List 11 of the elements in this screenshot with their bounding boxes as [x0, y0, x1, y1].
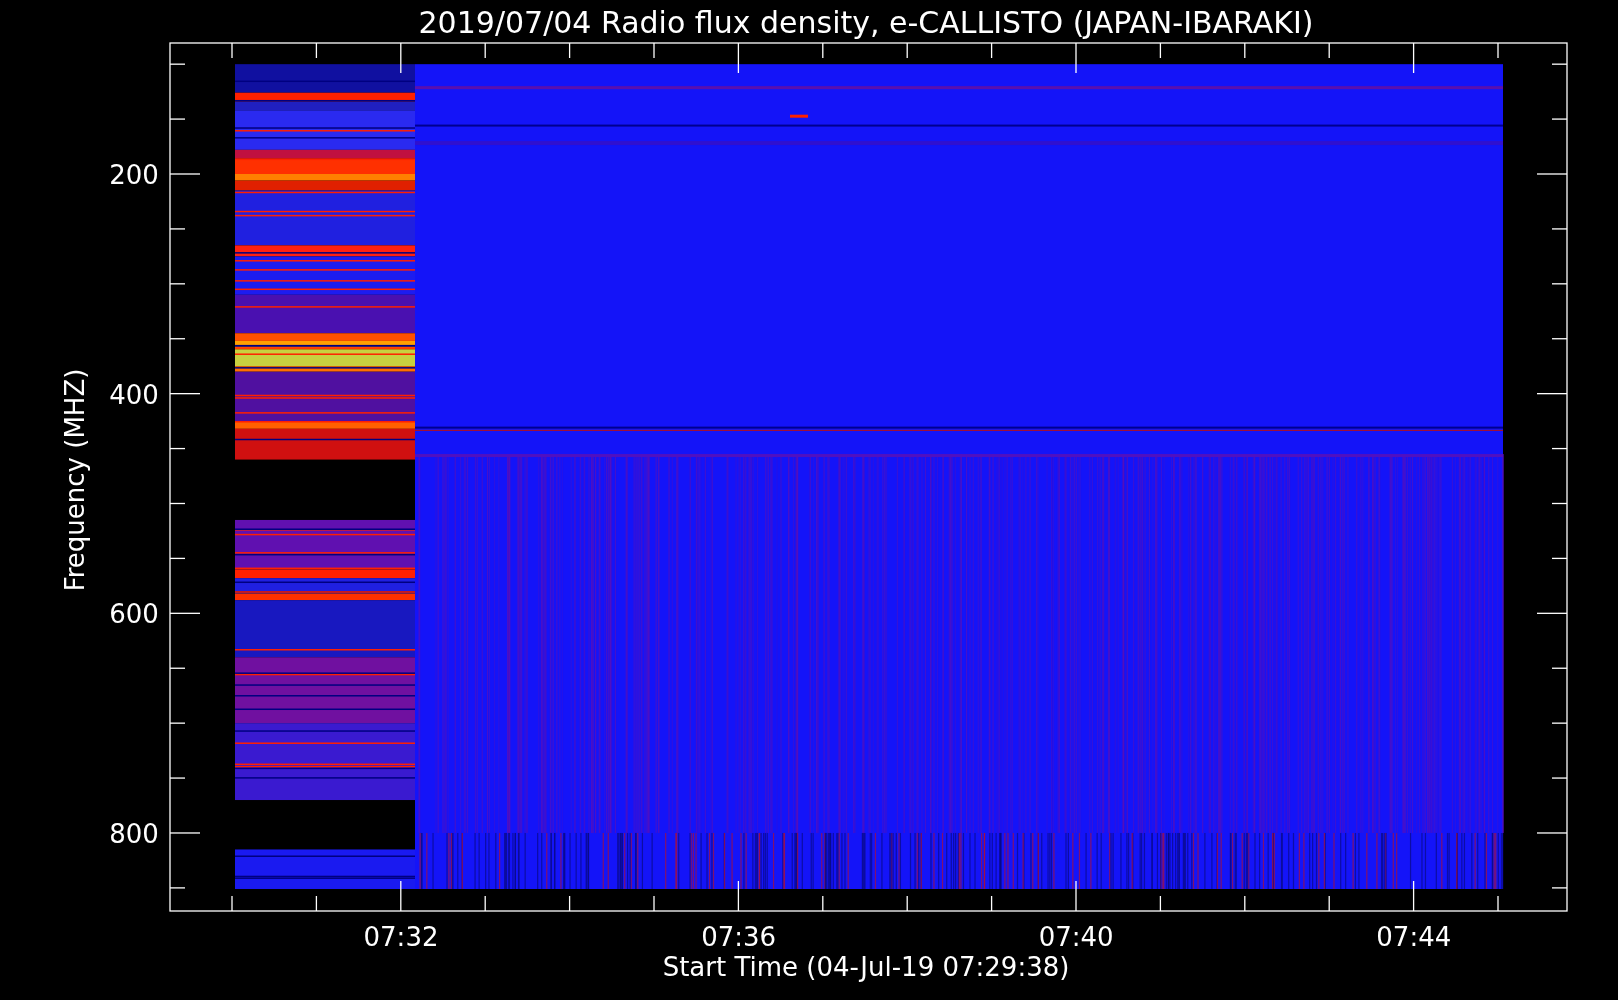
axis-label: Start Time (04-Jul-19 07:29:38) [662, 952, 1070, 982]
axis-label: Frequency (MHZ) [60, 368, 90, 592]
tick-label: 600 [109, 599, 159, 630]
plot-title: 2019/07/04 Radio flux density, e-CALLISTO (JAPAN-IBARAKI) [418, 5, 1314, 40]
tick-label: 07:40 [1038, 922, 1114, 952]
tick-label: 07:36 [701, 922, 777, 952]
tick-label: 07:44 [1376, 922, 1452, 952]
tick-label: 07:32 [363, 922, 439, 952]
tick-label: 400 [109, 379, 159, 410]
tick-label: 200 [109, 160, 159, 190]
tick-label: 800 [109, 819, 159, 849]
